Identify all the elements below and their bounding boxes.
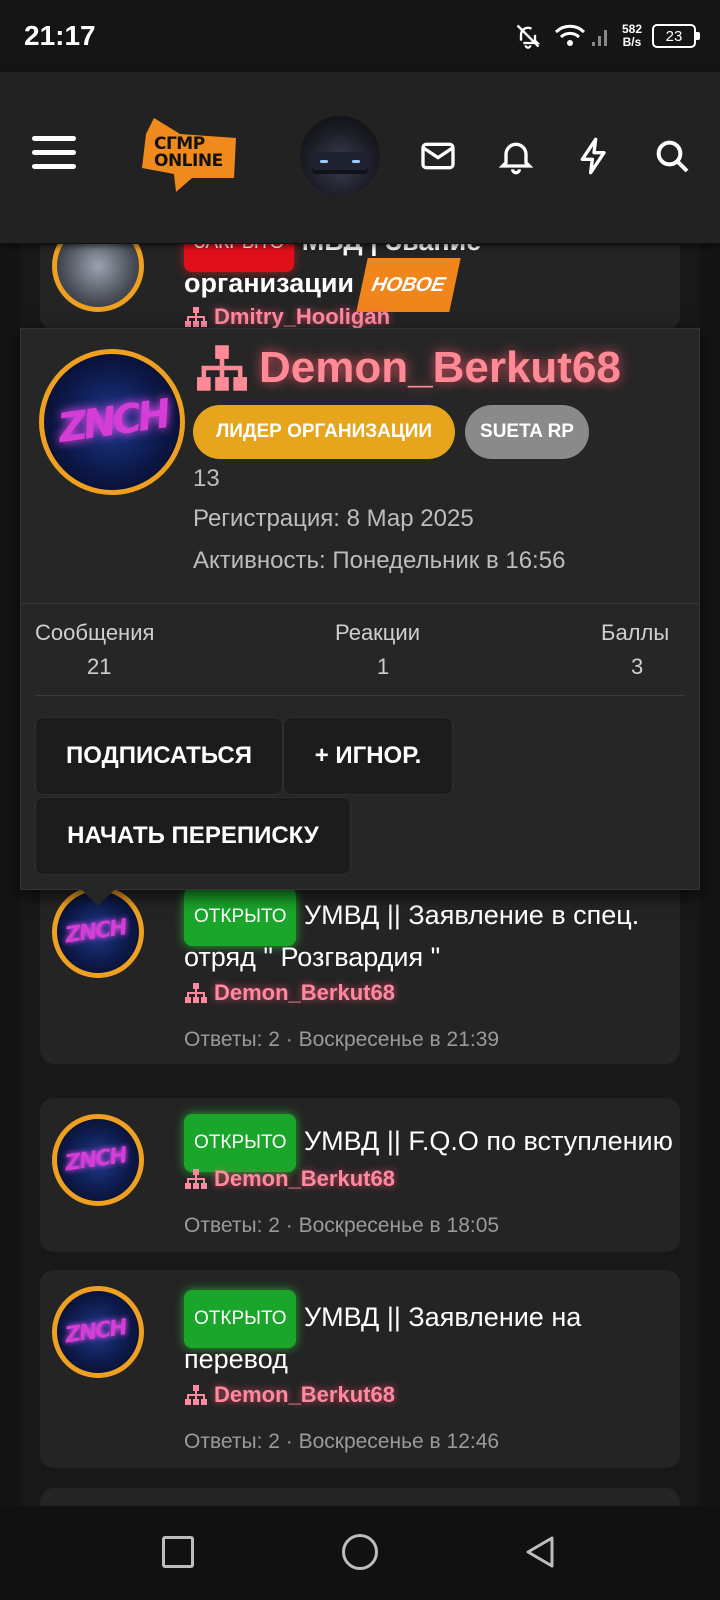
menu-icon[interactable] [32, 136, 76, 172]
stat-reactions-value[interactable]: 1 [377, 654, 389, 680]
activity-value: Понедельник в 16:56 [332, 547, 566, 574]
thread-title-text[interactable]: организации [184, 268, 354, 298]
author-name[interactable]: Dmitry_Hooligan [214, 304, 390, 330]
back-icon[interactable] [522, 1534, 558, 1570]
profile-stats: Сообщения 21 Реакции 1 Баллы 3 [21, 603, 699, 695]
profile-username-text[interactable]: Demon_Berkut68 [259, 343, 621, 393]
bell-muted-icon [516, 24, 541, 49]
avatar-graffiti-shape: ZNCH [63, 1143, 128, 1177]
thread-author[interactable]: Dmitry_Hooligan [184, 304, 390, 330]
profile-username[interactable]: Demon_Berkut68 [193, 343, 621, 393]
org-icon [197, 345, 247, 391]
avatar-light-right [352, 160, 360, 163]
system-nav-bar [0, 1506, 720, 1600]
mail-icon[interactable] [418, 136, 458, 176]
role-badge: ЛИДЕР ОРГАНИЗАЦИИ [193, 405, 455, 459]
start-conversation-button[interactable]: НАЧАТЬ ПЕРЕПИСКУ [35, 797, 351, 875]
stat-reactions-label: Реакции [335, 620, 420, 645]
thread-title-line1[interactable]: УМВД || F.Q.O по вступлению [304, 1126, 673, 1156]
org-icon [185, 1169, 207, 1189]
stat-messages-value[interactable]: 21 [87, 654, 111, 680]
thread-title-line2[interactable]: отряд " Розгвардия " [184, 934, 694, 980]
avatar-graffiti-shape: ZNCH [55, 391, 171, 453]
subscribe-button[interactable]: ПОДПИСАТЬСЯ [35, 717, 283, 795]
bell-icon[interactable] [496, 136, 536, 176]
thread-author[interactable]: Demon_Berkut68 [184, 980, 395, 1006]
profile-activity: Активность: Понедельник в 16:56 [193, 547, 565, 575]
server-badge: SUETA RP [465, 405, 589, 459]
tooltip-pointer [80, 888, 116, 906]
logo-text: СГМР ONLINE [154, 136, 223, 170]
thread-card[interactable]: ZNCH ОТКРЫТО УМВД || Заявление в спец. о… [40, 872, 680, 1064]
home-icon[interactable] [342, 1534, 378, 1570]
author-name[interactable]: Demon_Berkut68 [214, 1382, 395, 1408]
registration-label: Регистрация: [193, 505, 340, 532]
recent-apps-icon[interactable] [162, 1536, 194, 1568]
org-icon [185, 983, 207, 1003]
author-name[interactable]: Demon_Berkut68 [214, 980, 395, 1006]
thread-meta: Ответы: 2 · Воскресенье в 18:05 [184, 1214, 500, 1237]
thread-author-avatar[interactable]: ZNCH [52, 1114, 144, 1206]
author-name[interactable]: Demon_Berkut68 [214, 1166, 395, 1192]
profile-registration: Регистрация: 8 Мар 2025 [193, 505, 474, 533]
site-header: СГМР ONLINE [0, 72, 720, 244]
thread-author-avatar[interactable]: ZNCH [52, 1286, 144, 1378]
stat-messages-label: Сообщения [35, 620, 155, 645]
status-icons: 582 B/s 23 [514, 20, 700, 52]
status-bar: 21:17 582 B/s 23 [0, 0, 720, 72]
avatar-graffiti-shape: ZNCH [63, 915, 128, 949]
thread-author[interactable]: Demon_Berkut68 [184, 1166, 395, 1192]
status-badge: ОТКРЫТО [184, 1114, 297, 1172]
activity-label: Активность: [193, 547, 326, 574]
status-time: 21:17 [24, 20, 96, 51]
thread-author[interactable]: Demon_Berkut68 [184, 1382, 395, 1408]
avatar-car-shape [312, 152, 368, 174]
thread-meta: Ответы: 2 · Воскресенье в 21:39 [184, 1028, 500, 1051]
stat-points-label: Баллы [601, 620, 670, 645]
thread-title[interactable]: ОТКРЫТО УМВД || F.Q.O по вступлению [184, 1114, 694, 1172]
thread-title-line2[interactable]: перевод [184, 1336, 694, 1382]
net-speed: 582 B/s [622, 23, 642, 49]
bolt-icon[interactable] [574, 136, 614, 176]
profile-avatar[interactable]: ZNCH [39, 349, 185, 495]
search-icon[interactable] [652, 136, 692, 176]
thread-meta: Ответы: 2 · Воскресенье в 12:46 [184, 1430, 500, 1453]
stat-points-value[interactable]: 3 [631, 654, 643, 680]
wifi-signal-icon [554, 24, 607, 46]
battery-icon: 23 [652, 24, 700, 48]
divider [35, 695, 685, 696]
org-icon [185, 1385, 207, 1405]
battery-level: 23 [665, 27, 683, 45]
thread-card[interactable]: ZNCH ОТКРЫТО УМВД || F.Q.O по вступлению… [40, 1098, 680, 1252]
thread-title-line1[interactable]: УМВД || Заявление в спец. [304, 900, 639, 930]
avatar-light-left [320, 160, 328, 163]
site-logo[interactable]: СГМР ONLINE [140, 116, 240, 196]
ignore-button[interactable]: + ИГНОР. [283, 717, 453, 795]
avatar-graffiti-shape: ZNCH [63, 1315, 128, 1349]
member-tooltip-card: ZNCH Demon_Berkut68 ЛИДЕР ОРГАНИЗАЦИИ SU… [20, 328, 700, 890]
org-icon [185, 307, 207, 327]
profile-level: 13 [193, 465, 220, 492]
user-avatar[interactable] [300, 116, 380, 196]
logo-text-line2: ONLINE [154, 151, 223, 171]
net-speed-unit: B/s [622, 35, 642, 49]
thread-title-line1[interactable]: УМВД || Заявление на [304, 1302, 581, 1332]
registration-value: 8 Мар 2025 [346, 505, 474, 532]
thread-card[interactable]: ZNCH ОТКРЫТО УМВД || Заявление на перево… [40, 1270, 680, 1468]
